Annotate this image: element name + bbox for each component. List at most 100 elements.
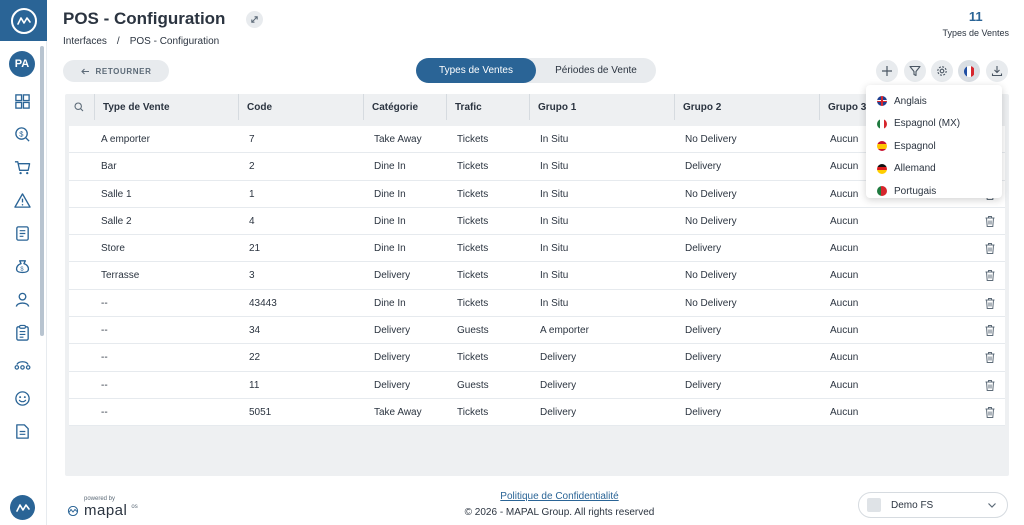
cell-grupo-3: Aucun [830,297,859,309]
table-row[interactable]: -- 11 Delivery Guests Delivery Delivery Aucun [69,371,1005,399]
cart-icon[interactable] [13,158,31,176]
table-row[interactable]: Bar 2 Dine In Tickets In Situ Delivery Aucun [69,153,1005,181]
document-icon[interactable] [13,422,31,440]
app-logo[interactable] [0,0,47,41]
add-button[interactable] [876,60,898,82]
cell-categorie: Delivery [374,379,411,391]
column-header-grupo-1[interactable]: Grupo 1 [529,94,674,120]
table-row[interactable]: -- 43443 Dine In Tickets In Situ No Delivery A… [69,289,1005,318]
uk-flag-icon [877,96,887,107]
table-row[interactable]: A emporter 7 Take Away Tickets In Situ No Del… [69,126,1005,154]
delete-row-icon[interactable] [984,269,996,282]
cell-code: 1 [249,188,255,200]
back-button[interactable]: RETOURNER [63,60,169,82]
download-button[interactable] [986,60,1008,82]
privacy-policy-link-text[interactable]: Politique de Confidentialité [500,491,618,502]
table-row[interactable]: -- 5051 Take Away Tickets Delivery Delivery Au… [69,398,1005,427]
delete-row-icon[interactable] [984,351,996,364]
delete-row-icon[interactable] [984,297,996,310]
language-option-label: Espagnol [894,140,936,152]
cell-categorie: Delivery [374,325,411,337]
warning-icon[interactable] [13,191,31,209]
cell-grupo-2: Delivery [685,161,722,173]
cell-grupo-2: Delivery [685,352,722,364]
table-row[interactable]: Terrasse 3 Delivery Tickets In Situ No Delive… [69,262,1005,290]
cell-type-de-vente: -- [101,325,108,337]
cell-type-de-vente: Bar [101,161,117,173]
cell-grupo-1: Delivery [540,379,577,391]
user-avatar[interactable]: PA [9,51,35,77]
counter-label: Types de Ventes [942,28,1009,38]
cell-grupo-3: Aucun [830,161,859,173]
table-row[interactable]: Salle 1 1 Dine In Tickets In Situ No Delivery… [69,180,1005,208]
money-bag-icon[interactable]: $ [13,257,31,275]
cell-code: 3 [249,270,255,282]
cell-categorie: Delivery [374,270,411,282]
table-row[interactable]: -- 22 Delivery Tickets Delivery Delivery Aucun [69,344,1005,372]
table-row[interactable]: Store 21 Dine In Tickets In Situ Delivery Aucu… [69,235,1005,263]
cell-grupo-2: Delivery [685,243,722,255]
delete-row-icon[interactable] [984,215,996,228]
cell-type-de-vente: A emporter [101,134,150,145]
language-option-mx[interactable]: Espagnol (MX) [866,113,1002,136]
table-row[interactable]: -- 34 Delivery Guests A emporter Delivery Aucu… [69,317,1005,345]
cell-type-de-vente: -- [101,406,108,418]
cell-code: 21 [249,243,261,255]
cell-categorie: Take Away [374,134,422,145]
cell-trafic: Tickets [457,270,489,282]
cell-code: 4 [249,215,255,227]
report-icon[interactable] [13,224,31,242]
cell-grupo-3: Aucun [830,215,859,227]
cell-trafic: Tickets [457,406,489,418]
delete-row-icon[interactable] [984,379,996,392]
cell-categorie: Dine In [374,161,406,173]
delete-row-icon[interactable] [984,324,996,337]
pipeline-icon[interactable] [13,356,31,374]
cell-grupo-3: Aucun [830,270,859,282]
dashboard-icon[interactable] [13,92,31,110]
cell-trafic: Guests [457,379,489,391]
language-option-de[interactable]: Allemand [866,158,1002,181]
table-row[interactable]: Salle 2 4 Dine In Tickets In Situ No Delivery… [69,207,1005,236]
clipboard-icon[interactable] [13,323,31,341]
column-header-type-de-vente[interactable]: Type de Vente [94,94,238,120]
breadcrumb-root[interactable]: Interfaces [63,36,107,47]
settings-button[interactable] [931,60,953,82]
column-header-trafic[interactable]: Trafic [446,94,529,120]
person-icon[interactable] [13,290,31,308]
column-header-categorie[interactable]: Catégorie [363,94,446,120]
language-option-uk[interactable]: Anglais [866,90,1002,113]
sidebar-scrollbar[interactable] [40,46,44,336]
cell-type-de-vente: Store [101,243,125,255]
cell-code: 2 [249,161,255,173]
column-header-grupo-2[interactable]: Grupo 2 [674,94,819,120]
cell-trafic: Tickets [457,188,489,200]
cell-grupo-1: In Situ [540,243,569,255]
money-search-icon[interactable]: $ [13,125,31,143]
venue-selector[interactable]: Demo FS [858,492,1008,518]
delete-row-icon[interactable] [984,406,996,419]
edit-title-button[interactable] [246,11,263,28]
cell-grupo-1: Delivery [540,406,577,418]
cell-grupo-1: In Situ [540,134,569,145]
column-header-code[interactable]: Code [238,94,363,120]
cell-code: 7 [249,134,255,145]
table-body: A emporter 7 Take Away Tickets In Situ No Del… [69,126,1005,427]
table-search-button[interactable] [65,94,93,120]
delete-row-icon[interactable] [984,242,996,255]
cell-grupo-3: Aucun [830,325,859,337]
cell-code: 5051 [249,406,272,418]
france-flag-icon [963,65,975,77]
language-button[interactable] [958,60,980,82]
tab-types-de-ventes[interactable]: Types de Ventes [416,58,536,83]
smiley-icon[interactable] [13,389,31,407]
filter-button[interactable] [904,60,926,82]
tab-periodes-de-vente[interactable]: Périodes de Vente [536,58,656,83]
language-option-pt[interactable]: Portugais [866,180,1002,203]
breadcrumb: Interfaces / POS - Configuration [63,36,219,47]
cell-categorie: Dine In [374,215,406,227]
breadcrumb-current: POS - Configuration [129,36,220,47]
cell-grupo-3: Aucun [830,406,859,418]
cell-grupo-1: In Situ [540,297,569,309]
language-option-es[interactable]: Espagnol [866,135,1002,158]
